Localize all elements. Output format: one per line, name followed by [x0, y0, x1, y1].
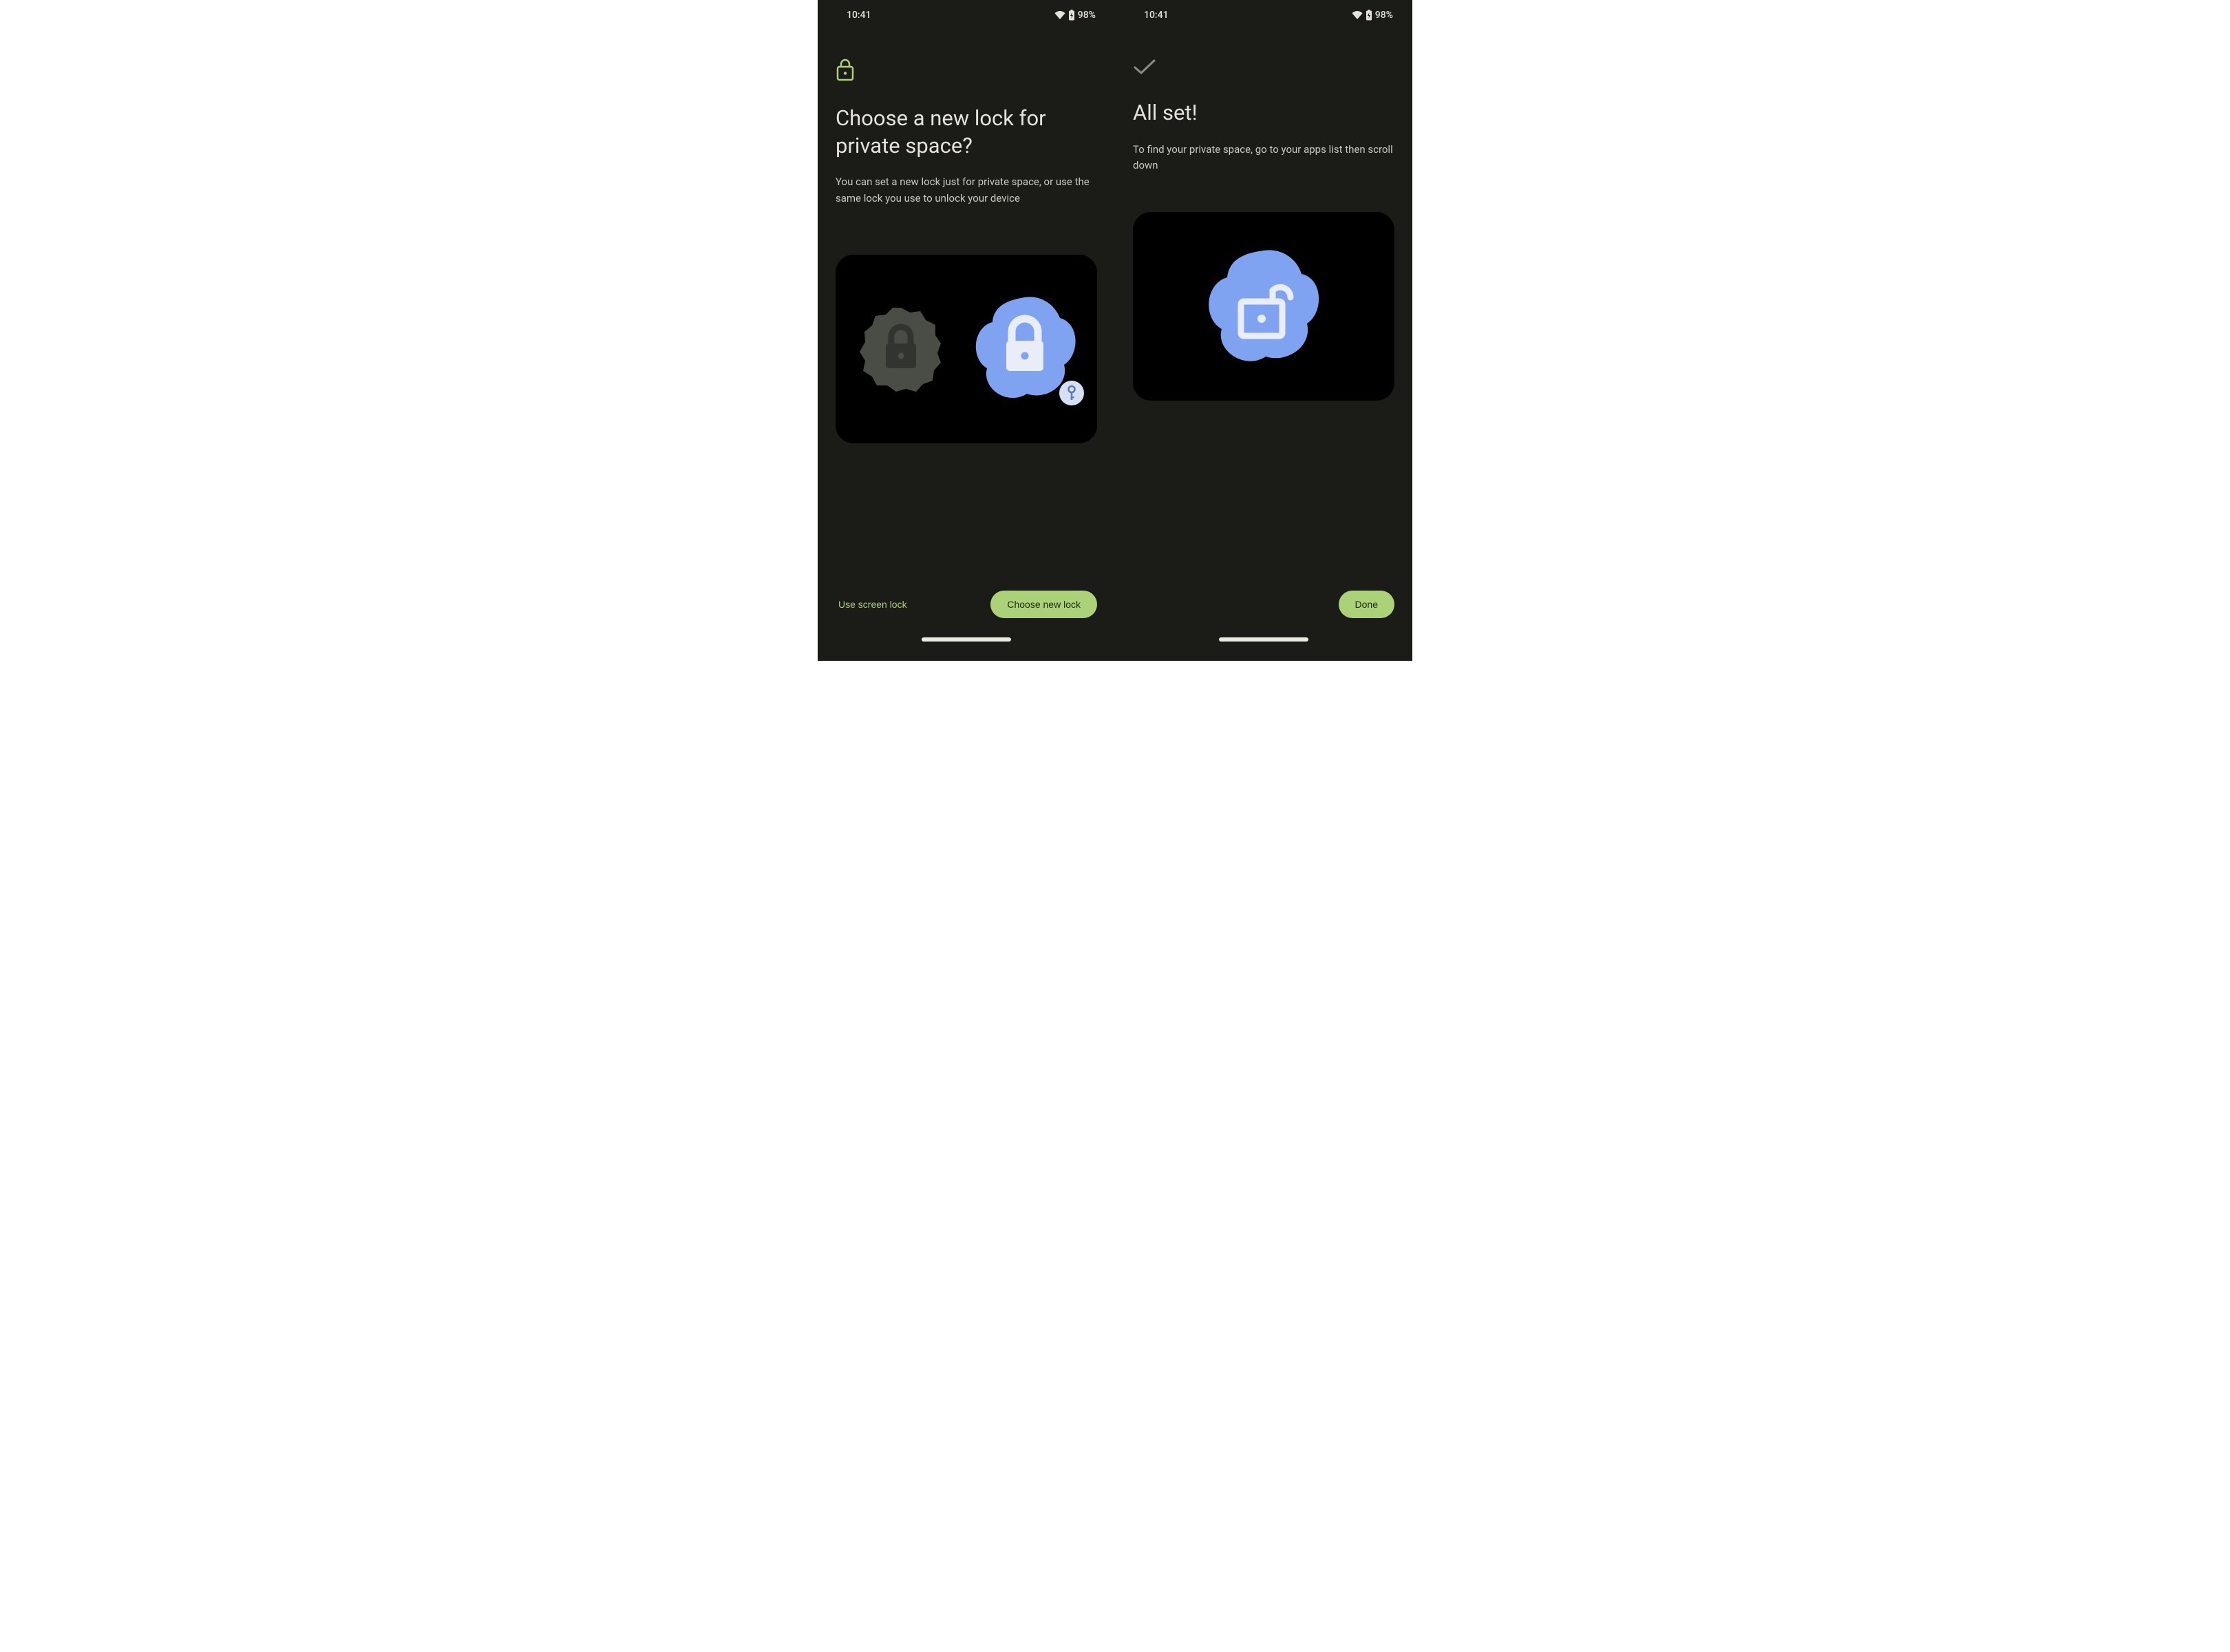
wifi-icon — [1054, 11, 1065, 19]
choose-new-lock-button[interactable]: Choose new lock — [990, 591, 1097, 618]
done-button[interactable]: Done — [1339, 591, 1394, 618]
screen-content: Choose a new lock for private space? You… — [818, 30, 1115, 661]
battery-percentage: 98% — [1375, 10, 1393, 21]
screen-lock-option-icon — [849, 297, 953, 401]
page-subtitle: To find your private space, go to your a… — [1133, 142, 1394, 174]
footer: Use screen lock Choose new lock — [818, 591, 1115, 661]
illustration-card — [836, 255, 1097, 443]
lock-icon — [836, 58, 1097, 84]
page-title: All set! — [1133, 99, 1394, 127]
battery-icon — [1366, 10, 1372, 21]
wifi-icon — [1352, 11, 1363, 19]
nav-bar-handle[interactable] — [1219, 637, 1308, 642]
checkmark-icon — [1133, 58, 1394, 78]
phone-screen-choose-lock: 10:41 98% Choose a new lock for private … — [818, 0, 1115, 661]
unlocked-icon — [1198, 241, 1329, 372]
new-lock-option-icon — [966, 289, 1083, 409]
key-badge-icon — [1059, 380, 1085, 406]
battery-icon — [1068, 10, 1075, 21]
status-bar: 10:41 98% — [818, 0, 1115, 30]
battery-percentage: 98% — [1078, 10, 1096, 21]
page-subtitle: You can set a new lock just for private … — [836, 174, 1097, 206]
footer: Done — [1115, 591, 1412, 661]
status-indicators: 98% — [1054, 10, 1096, 21]
phone-screen-all-set: 10:41 98% All set! To find your private … — [1115, 0, 1412, 661]
status-time: 10:41 — [847, 10, 871, 21]
use-screen-lock-button[interactable]: Use screen lock — [836, 592, 910, 617]
nav-bar-handle[interactable] — [922, 637, 1011, 642]
status-bar: 10:41 98% — [1115, 0, 1412, 30]
status-indicators: 98% — [1352, 10, 1393, 21]
illustration-card — [1133, 212, 1394, 401]
page-title: Choose a new lock for private space? — [836, 105, 1097, 159]
screen-content: All set! To find your private space, go … — [1115, 30, 1412, 661]
status-time: 10:41 — [1144, 10, 1169, 21]
